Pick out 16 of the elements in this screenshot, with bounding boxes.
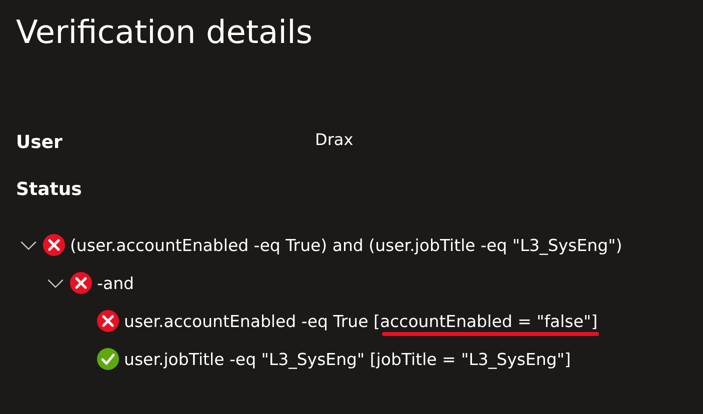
bracket-text: ] [591,312,598,330]
field-value: Drax [315,130,354,148]
field-label: User [16,132,64,152]
error-icon [97,310,119,332]
condition-text: (user.accountEnabled -eq True) and (user.jobTitle -eq "L3_SysEng") [70,236,622,254]
condition-text: user.accountEnabled -eq True [ [124,312,380,330]
condition-text: user.jobTitle -eq "L3_SysEng" [jobTitle = "L3_SysEng"] [124,350,571,368]
page-title: Verification details [16,12,314,53]
condition-text: -and [97,274,134,292]
error-icon [70,272,92,294]
chevron-down-icon[interactable] [47,278,64,288]
check-icon [97,348,119,370]
status-label: Status [16,178,82,202]
chevron-down-icon[interactable] [20,240,37,250]
error-icon [43,234,65,256]
condition-detail-text: accountEnabled = "false" [380,312,592,330]
